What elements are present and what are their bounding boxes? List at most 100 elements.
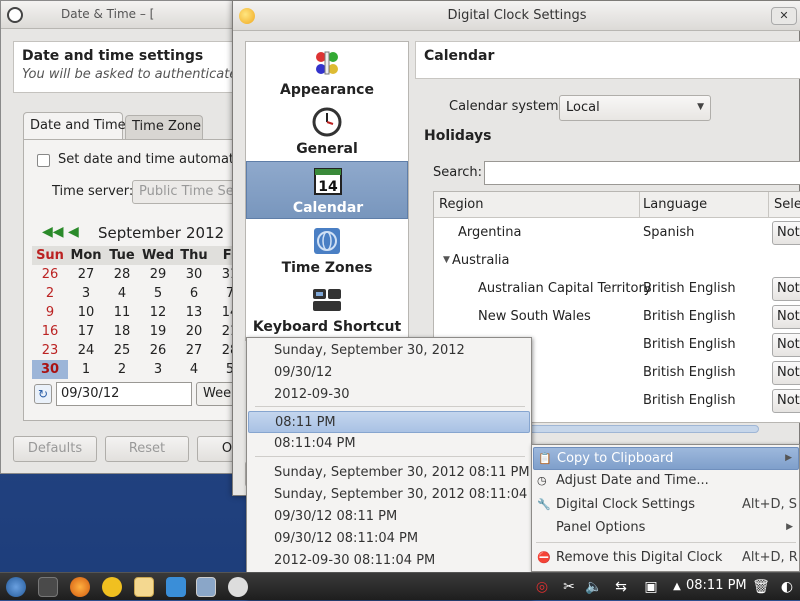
system-settings-icon[interactable] xyxy=(196,577,216,597)
calendar-day[interactable]: 24 xyxy=(68,341,104,360)
calendar-day[interactable]: 4 xyxy=(104,284,140,303)
calendar-day[interactable]: 12 xyxy=(140,303,176,322)
defaults-button[interactable]: Defaults xyxy=(13,436,97,462)
menu-item[interactable]: Sunday, September 30, 2012 08:11 PM xyxy=(248,462,530,484)
select-dropdown[interactable]: Not xyxy=(772,277,800,301)
sidebar-item-keyboard-shortcut[interactable]: Keyboard Shortcut xyxy=(246,281,408,339)
calendar-day[interactable]: 1 xyxy=(68,360,104,379)
calendar-day[interactable]: 19 xyxy=(140,322,176,341)
auto-time-checkbox[interactable] xyxy=(37,154,50,167)
calendar-day[interactable]: 17 xyxy=(68,322,104,341)
column-header-language[interactable]: Language xyxy=(643,197,707,212)
calendar-day[interactable]: 26 xyxy=(32,265,68,284)
sidebar-item-calendar[interactable]: 14 Calendar xyxy=(246,161,408,219)
chat-icon[interactable] xyxy=(102,577,122,597)
menu-item[interactable]: 2012-09-30 08:11:04 PM xyxy=(248,550,530,572)
tray-expand-icon[interactable]: ▲ xyxy=(668,578,686,596)
calendar-day[interactable]: 27 xyxy=(176,341,212,360)
reset-button[interactable]: Reset xyxy=(105,436,189,462)
calendar-day[interactable]: 2 xyxy=(104,360,140,379)
table-row[interactable]: ▼ Australia xyxy=(434,247,800,275)
menu-item[interactable]: Panel Options ▶ xyxy=(533,517,799,540)
menu-item[interactable]: Sunday, September 30, 2012 xyxy=(248,340,530,362)
calendar-day[interactable]: 6 xyxy=(176,284,212,303)
menu-item[interactable]: 🔧 Digital Clock Settings Alt+D, S xyxy=(533,494,799,517)
mail-icon[interactable] xyxy=(134,577,154,597)
show-desktop-icon[interactable] xyxy=(38,577,58,597)
launcher-icon[interactable] xyxy=(6,577,26,597)
menu-item[interactable]: ◷ Adjust Date and Time... xyxy=(533,470,799,493)
prev-year-icon[interactable]: ◀◀ xyxy=(42,224,64,240)
select-dropdown[interactable]: Not xyxy=(772,389,800,413)
media-player-icon[interactable] xyxy=(166,577,186,597)
clock-display[interactable]: 08:11 PM xyxy=(686,578,747,593)
calendar-day[interactable]: 28 xyxy=(104,265,140,284)
calendar-day[interactable]: 25 xyxy=(104,341,140,360)
calendar-day[interactable]: 29 xyxy=(140,265,176,284)
today-button[interactable]: ↻ xyxy=(34,384,52,404)
update-icon[interactable]: ◎ xyxy=(533,578,551,596)
calendar-day[interactable]: 16 xyxy=(32,322,68,341)
menu-item[interactable]: Sunday, September 30, 2012 08:11:04 PM xyxy=(248,484,551,506)
calendar-day[interactable]: 30 xyxy=(176,265,212,284)
date-input[interactable]: 09/30/12 xyxy=(56,382,192,406)
month-selector[interactable]: September xyxy=(98,224,181,242)
calendar-day[interactable]: 4 xyxy=(176,360,212,379)
select-dropdown[interactable]: Not xyxy=(772,333,800,357)
tab-time-zone[interactable]: Time Zone xyxy=(125,115,203,140)
tab-date-and-time[interactable]: Date and Time xyxy=(23,112,126,140)
table-row[interactable]: New South Wales British English Not xyxy=(434,303,800,331)
scissors-icon[interactable]: ✂ xyxy=(560,578,578,596)
menu-item[interactable]: 📋 Copy to Clipboard ▶ xyxy=(533,447,799,470)
calendar-day[interactable]: 20 xyxy=(176,322,212,341)
sidebar-item-general[interactable]: General xyxy=(246,103,408,161)
calendar-day[interactable]: 26 xyxy=(140,341,176,360)
menu-item[interactable]: ⛔ Remove this Digital Clock Alt+D, R xyxy=(533,547,799,570)
menu-item[interactable]: 09/30/12 08:11 PM xyxy=(248,506,530,528)
calendar-day[interactable]: 30 xyxy=(32,360,68,379)
usb-icon[interactable]: ⇆ xyxy=(612,578,630,596)
calendar-day[interactable]: 13 xyxy=(176,303,212,322)
select-dropdown[interactable]: Not xyxy=(772,221,800,245)
calendar-day[interactable]: 3 xyxy=(140,360,176,379)
close-icon[interactable]: ✕ xyxy=(771,7,797,25)
clock-icon: ◷ xyxy=(537,474,547,487)
menu-item[interactable]: 2012-09-30 xyxy=(248,384,530,406)
calendar-system-combo[interactable]: Local ▼ xyxy=(559,95,711,121)
table-row[interactable]: Argentina Spanish Not xyxy=(434,219,800,247)
calendar-day[interactable]: 27 xyxy=(68,265,104,284)
column-header-region[interactable]: Region xyxy=(439,197,484,212)
select-dropdown[interactable]: Not xyxy=(772,361,800,385)
calendar-day[interactable]: 11 xyxy=(104,303,140,322)
title-bar[interactable]: Date & Time – [ xyxy=(1,1,247,29)
menu-item[interactable]: 08:11:04 PM xyxy=(248,433,530,455)
table-row[interactable]: Australian Capital Territory British Engl… xyxy=(434,275,800,303)
calendar-day[interactable]: 23 xyxy=(32,341,68,360)
select-dropdown[interactable]: Not xyxy=(772,305,800,329)
title-bar[interactable]: Digital Clock Settings ✕ xyxy=(233,1,800,31)
column-header-select[interactable]: Selec xyxy=(774,197,800,212)
menu-item-label: 2012-09-30 08:11:04 PM xyxy=(274,553,436,568)
expand-arrow-icon[interactable]: ▼ xyxy=(443,255,450,265)
calendar-day[interactable]: 10 xyxy=(68,303,104,322)
panel-toolbox-icon[interactable]: ◐ xyxy=(778,578,796,596)
search-input[interactable] xyxy=(484,161,800,185)
prev-month-icon[interactable]: ◀ xyxy=(68,224,79,240)
calendar-system-value: Local xyxy=(566,100,600,115)
sidebar-item-appearance[interactable]: Appearance xyxy=(246,44,408,102)
calendar-day[interactable]: 9 xyxy=(32,303,68,322)
sidebar-item-time-zones[interactable]: Time Zones xyxy=(246,222,408,280)
year-selector[interactable]: 2012 xyxy=(186,224,224,242)
calendar-day[interactable]: 2 xyxy=(32,284,68,303)
calendar-day[interactable]: 3 xyxy=(68,284,104,303)
menu-item[interactable]: 09/30/12 xyxy=(248,362,530,384)
trash-icon[interactable]: 🗑 xyxy=(752,578,770,596)
menu-item[interactable]: 08:11 PM xyxy=(248,411,530,433)
volume-icon[interactable]: 🔈 xyxy=(585,578,603,596)
network-icon[interactable]: ▣ xyxy=(642,578,660,596)
firefox-icon[interactable] xyxy=(70,577,90,597)
menu-item[interactable]: 09/30/12 08:11:04 PM xyxy=(248,528,530,550)
calendar-day[interactable]: 5 xyxy=(140,284,176,303)
clock-icon[interactable] xyxy=(228,577,248,597)
calendar-day[interactable]: 18 xyxy=(104,322,140,341)
